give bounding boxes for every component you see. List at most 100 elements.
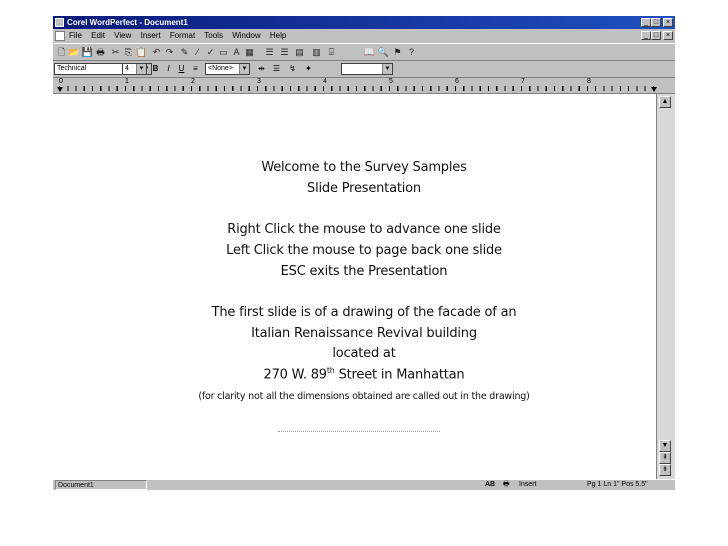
slide-line-address: 270 W. 89th Street in Manhattan [0, 366, 728, 382]
columns-icon[interactable]: ▥ [310, 46, 323, 58]
spell-check-icon[interactable]: ⌹ [325, 46, 338, 58]
chevron-down-icon[interactable]: ▼ [136, 64, 146, 74]
status-insert-mode[interactable]: Insert [519, 480, 537, 490]
ruler-label: 1 [125, 78, 129, 85]
menu-edit[interactable]: Edit [91, 31, 105, 40]
paste-icon[interactable]: 📋 [135, 46, 148, 58]
status-document-name[interactable]: Document1 [55, 480, 147, 490]
ruler-ticks [59, 86, 661, 91]
cut-icon[interactable]: ✂ [109, 46, 122, 58]
minimize-button[interactable]: _ [641, 18, 651, 27]
address-superscript: th [326, 366, 335, 375]
slide-line-left-click: Left Click the mouse to page back one sl… [226, 243, 502, 258]
right-margin-marker[interactable] [651, 87, 657, 92]
redo-icon[interactable]: ↷ [163, 46, 176, 58]
qwickspell-icon[interactable]: ↯ [287, 63, 298, 75]
app-icon[interactable] [55, 18, 64, 27]
menu-format[interactable]: Format [170, 31, 195, 40]
chevron-down-icon[interactable]: ▼ [382, 64, 392, 74]
document-area[interactable] [53, 94, 657, 479]
slide-line-welcome: Welcome to the Survey Samples [261, 160, 467, 175]
ruler-label: 7 [521, 78, 525, 85]
slide-line-right-click: Right Click the mouse to advance one sli… [227, 222, 501, 237]
hyperlink-icon[interactable]: ⚑ [391, 46, 404, 58]
document-icon[interactable] [55, 31, 65, 41]
undo-icon[interactable]: ↶ [150, 46, 163, 58]
ruler-label: 5 [389, 78, 393, 85]
ruler-label: 0 [59, 78, 63, 85]
style-value: <None> [208, 65, 233, 72]
toolbar: 🗋 📂 💾 🖶 ✂ ⎘ 📋 ↶ ↷ ✎ ⁄ ✓ ▭ A ▦ ☰ ☰ ▤ ▥ ⌹ … [53, 43, 675, 61]
menu-file[interactable]: File [69, 31, 82, 40]
menu-insert[interactable]: Insert [141, 31, 161, 40]
ruler-label: 4 [323, 78, 327, 85]
slide-line-presentation: Slide Presentation [307, 181, 421, 196]
menu-window[interactable]: Window [232, 31, 260, 40]
menu-help[interactable]: Help [270, 31, 286, 40]
justify-icon[interactable]: ⇹ [256, 63, 267, 75]
next-page-icon[interactable]: ⇟ [659, 464, 671, 476]
zoom-dropdown[interactable]: ▼ [341, 63, 393, 75]
text-box-icon[interactable]: A [230, 46, 243, 58]
font-color-icon[interactable]: ✦ [303, 63, 314, 75]
ruler-label: 3 [257, 78, 261, 85]
ruler-label: 6 [455, 78, 459, 85]
help-icon[interactable]: ? [405, 46, 418, 58]
scroll-up-icon[interactable]: ▲ [659, 96, 671, 108]
new-document-icon[interactable]: 🗋 [55, 46, 68, 58]
insert-graphic-icon[interactable]: ✓ [204, 46, 217, 58]
ruler-label: 8 [587, 78, 591, 85]
menu-tools[interactable]: Tools [204, 31, 223, 40]
print-icon[interactable]: 🖶 [94, 46, 107, 58]
copy-icon[interactable]: ⎘ [122, 46, 135, 58]
bullets-icon[interactable]: ☰ [263, 46, 276, 58]
status-bar: Document1 AB 🖶 Insert Pg 1 Ln 1" Pos 5.5… [53, 479, 675, 490]
property-bar: Technical ▼ 4 ▼ B I U ≡ <None> ▼ ⇹ ☰ ↯ ✦… [53, 61, 675, 78]
doc-restore-button[interactable]: □ [651, 31, 661, 40]
status-ab-icon[interactable]: AB [485, 480, 495, 490]
slide-line-clarity-note: (for clarity not all the dimensions obta… [198, 391, 530, 402]
chevron-down-icon[interactable]: ▼ [239, 64, 249, 74]
table-icon[interactable]: ▤ [293, 46, 306, 58]
chart-icon[interactable]: ▦ [243, 46, 256, 58]
close-button[interactable]: × [663, 18, 673, 27]
dotted-divider [278, 431, 440, 432]
zoom-icon[interactable]: 🔍 [377, 46, 390, 58]
address-street: Street in Manhattan [334, 367, 465, 383]
title-bar: Corel WordPerfect - Document1 _ □ × [53, 16, 675, 29]
doc-close-button[interactable]: × [663, 31, 673, 40]
address-number: 270 W. 89 [263, 367, 328, 383]
book-icon[interactable]: 📖 [363, 46, 376, 58]
status-position[interactable]: Pg 1 Ln 1" Pos 5.5" [587, 480, 648, 490]
open-icon[interactable]: 📂 [68, 46, 81, 58]
font-size-dropdown[interactable]: 4 ▼ [122, 63, 147, 75]
left-margin-marker[interactable] [57, 87, 63, 92]
scroll-down-icon[interactable]: ▼ [659, 440, 671, 452]
slide-line-building: Italian Renaissance Revival building [251, 326, 477, 341]
underline-button[interactable]: U [176, 63, 187, 75]
ruler-label: 2 [191, 78, 195, 85]
line-spacing-icon[interactable]: ☰ [271, 63, 282, 75]
bold-button[interactable]: B [150, 63, 161, 75]
numbering-icon[interactable]: ☰ [278, 46, 291, 58]
save-icon[interactable]: 💾 [81, 46, 94, 58]
slide-line-first-slide: The first slide is of a drawing of the f… [211, 305, 517, 320]
highlight-icon[interactable]: ✎ [178, 46, 191, 58]
printer-icon[interactable]: 🖶 [503, 480, 510, 490]
draw-line-icon[interactable]: ⁄ [191, 46, 204, 58]
slide-line-esc: ESC exits the Presentation [280, 264, 448, 279]
font-size-value: 4 [125, 65, 129, 72]
vertical-scrollbar[interactable]: ▲ ▼ ⇞ ⇟ [657, 94, 675, 479]
style-dropdown[interactable]: <None> ▼ [205, 63, 250, 75]
previous-page-icon[interactable]: ⇞ [659, 452, 671, 464]
doc-minimize-button[interactable]: _ [641, 31, 651, 40]
ruler[interactable]: 0 1 2 3 4 5 6 7 8 [53, 78, 675, 94]
maximize-button[interactable]: □ [651, 18, 661, 27]
strikeout-icon[interactable]: ≡ [190, 63, 201, 75]
window-title: Corel WordPerfect - Document1 [67, 18, 188, 27]
menu-bar: File Edit View Insert Format Tools Windo… [53, 29, 675, 43]
menu-view[interactable]: View [114, 31, 131, 40]
slide-line-located: located at [332, 346, 396, 361]
italic-button[interactable]: I [163, 63, 174, 75]
shape-icon[interactable]: ▭ [217, 46, 230, 58]
